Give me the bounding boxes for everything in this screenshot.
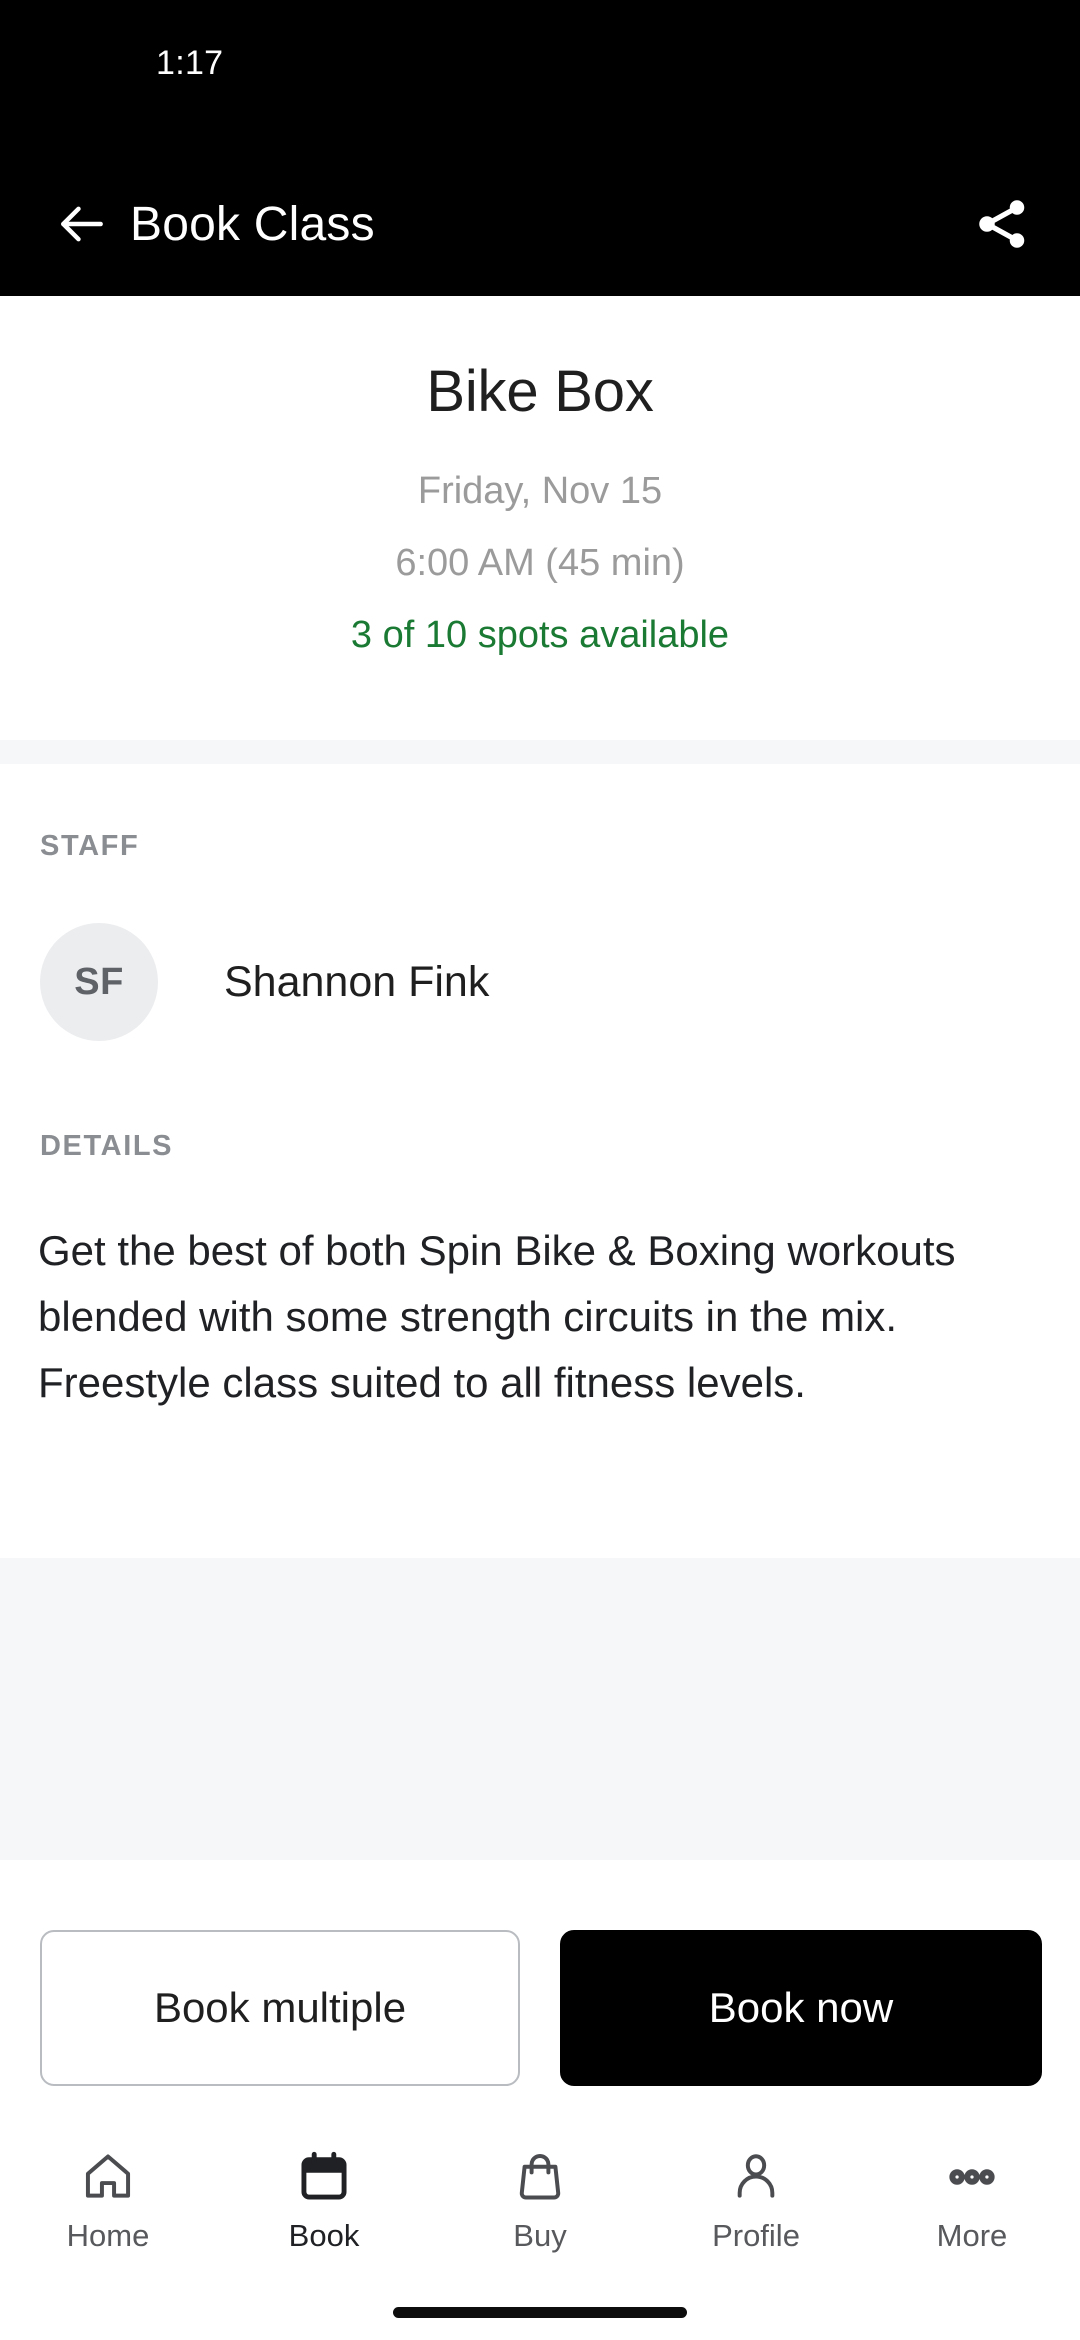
avatar: SF (40, 923, 158, 1041)
details-description: Get the best of both Spin Bike & Boxing … (38, 1227, 956, 1406)
class-time: 6:00 AM (45 min) (395, 542, 685, 584)
class-availability: 3 of 10 spots available (350, 614, 730, 656)
home-icon (77, 2146, 139, 2208)
class-summary: Bike Box Friday, Nov 15 6:00 AM (45 min)… (0, 296, 1080, 740)
nav-item-book[interactable]: Book (216, 2120, 432, 2288)
page-title: Book Class (130, 198, 375, 251)
avatar-initials: SF (74, 960, 124, 1003)
nav-item-buy[interactable]: Buy (432, 2120, 648, 2288)
details-section-label: DETAILS (40, 1130, 174, 1162)
nav-item-more[interactable]: More (864, 2120, 1080, 2288)
share-button[interactable] (960, 184, 1044, 268)
calendar-icon (293, 2146, 355, 2208)
book-multiple-button[interactable]: Book multiple (40, 1930, 520, 2086)
app-screen: 1:17 Book Class Bike Box Friday, Nov 15 … (0, 0, 1080, 2340)
nav-label-profile: Profile (712, 2218, 800, 2253)
empty-filler-area (0, 1558, 1080, 1860)
arrow-left-icon (54, 196, 110, 257)
nav-label-home: Home (66, 2218, 150, 2253)
class-name: Bike Box (426, 359, 654, 424)
person-icon (725, 2146, 787, 2208)
nav-item-profile[interactable]: Profile (648, 2120, 864, 2288)
section-divider (0, 740, 1080, 764)
nav-item-home[interactable]: Home (0, 2120, 216, 2288)
book-now-button[interactable]: Book now (560, 1930, 1042, 2086)
more-dots-icon (941, 2146, 1003, 2208)
action-bar: Book multiple Book now (0, 1860, 1080, 2120)
staff-section-label: STAFF (40, 830, 140, 862)
status-bar: 1:17 (0, 0, 1080, 118)
staff-section: STAFF SF Shannon Fink (0, 764, 1080, 1070)
gesture-indicator[interactable] (393, 2307, 687, 2318)
share-icon (972, 194, 1032, 259)
staff-list-item[interactable]: SF Shannon Fink (40, 922, 1040, 1042)
nav-label-buy: Buy (513, 2218, 567, 2253)
details-section: DETAILS Get the best of both Spin Bike &… (0, 1070, 1080, 1558)
shopping-bag-icon (509, 2146, 571, 2208)
nav-label-more: More (936, 2218, 1008, 2253)
class-date: Friday, Nov 15 (417, 470, 663, 512)
nav-label-book: Book (288, 2218, 360, 2253)
back-button[interactable] (42, 186, 122, 266)
staff-name: Shannon Fink (224, 957, 490, 1006)
status-bar-clock: 1:17 (156, 44, 224, 82)
